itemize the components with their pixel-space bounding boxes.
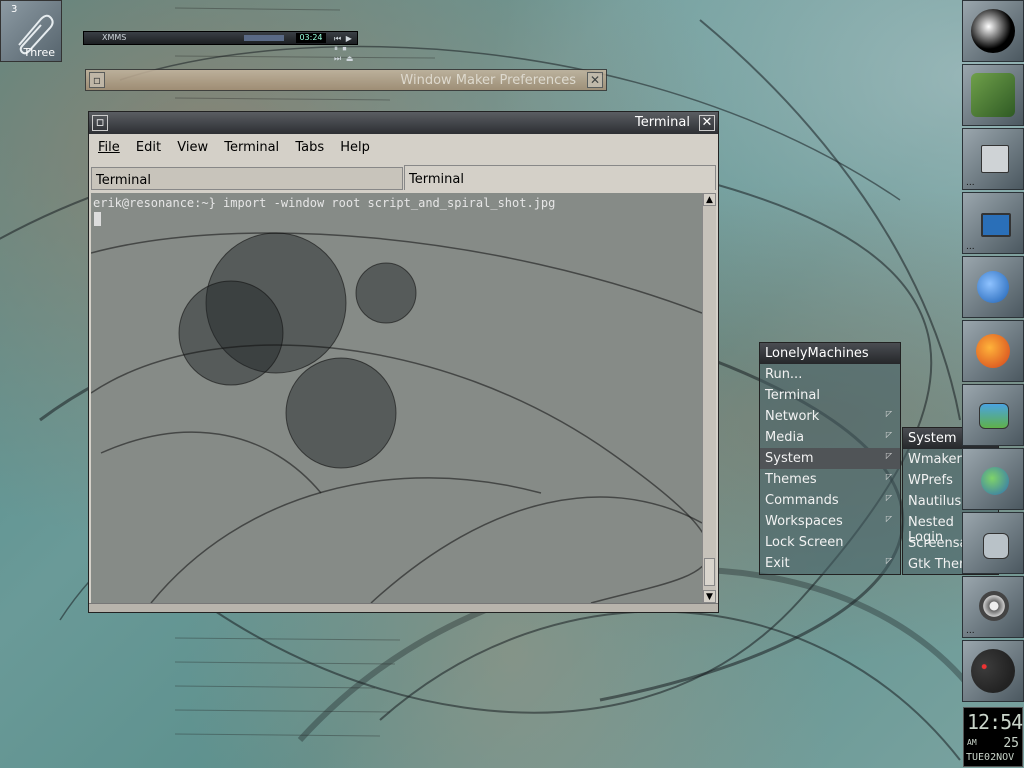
xmms-title: XMMS (102, 33, 127, 42)
menu-item-exit[interactable]: Exit ◸ (760, 553, 900, 574)
preferences-brush-icon (971, 73, 1015, 117)
xmms-player[interactable]: XMMS 03:24 ⏮ ▶ ⏸ ⏹ ⏭ ⏏ (83, 31, 358, 63)
root-menu-title[interactable]: LonelyMachines (760, 343, 900, 364)
menu-item-media[interactable]: Media ◸ (760, 427, 900, 448)
dock-tile-web[interactable] (962, 448, 1024, 510)
menu-item-lock-screen[interactable]: Lock Screen (760, 532, 900, 553)
menu-item-workspaces[interactable]: Workspaces ◸ (760, 511, 900, 532)
appicon-menu-dots: ... (966, 178, 975, 188)
scrollbar-thumb[interactable] (704, 558, 715, 586)
menu-help[interactable]: Help (340, 140, 370, 155)
menu-item-run[interactable]: Run... (760, 364, 900, 385)
root-menu: LonelyMachines Run... Terminal Network ◸ … (759, 342, 901, 575)
menu-item-label: System (765, 451, 814, 466)
clock-date: TUE02NOV (966, 752, 1015, 763)
appicon-menu-dots: ... (966, 626, 975, 636)
window-resizebar[interactable] (89, 603, 718, 612)
clock-ampm: AM (967, 738, 977, 747)
text-cursor (94, 212, 101, 226)
menu-item-label: Lock Screen (765, 535, 844, 550)
dock-tile-tv[interactable]: ... (962, 192, 1024, 254)
dock-tile-preferences[interactable] (962, 64, 1024, 126)
scroll-down-arrow-icon[interactable]: ▼ (703, 590, 716, 603)
window-maker-preferences-window[interactable]: ▫ Window Maker Preferences ✕ (85, 69, 607, 91)
menu-item-terminal[interactable]: Terminal (760, 385, 900, 406)
terminal-menubar: File Edit View Terminal Tabs Help (89, 140, 718, 162)
menu-item-label: Run... (765, 367, 803, 382)
menu-item-label: Network (765, 409, 820, 424)
submenu-arrow-icon: ◸ (885, 556, 892, 565)
submenu-arrow-icon: ◸ (885, 514, 892, 523)
menu-item-label: Exit (765, 556, 790, 571)
screen-background-art (91, 232, 702, 603)
tab-terminal-2[interactable]: Terminal (404, 165, 716, 190)
dock-tile-app[interactable] (962, 512, 1024, 574)
command-line: erik@resonance:~} import -window root sc… (93, 196, 556, 210)
dock-tile-windowmaker[interactable] (962, 0, 1024, 62)
tab-terminal-1[interactable]: Terminal (91, 167, 403, 190)
menu-item-label: Commands (765, 493, 839, 508)
window-title: Window Maker Preferences (400, 73, 576, 88)
workspace-name: Three (23, 46, 55, 59)
terminal-window[interactable]: ▫ Terminal ✕ File Edit View Terminal Tab… (88, 111, 719, 613)
menu-edit[interactable]: Edit (136, 140, 161, 155)
menu-item-label: Terminal (765, 388, 820, 403)
terminal-tabs: Terminal Terminal (91, 165, 716, 191)
clock-day-number: 25 (1003, 736, 1019, 751)
dock-tile-settings[interactable]: ... (962, 576, 1024, 638)
tv-monitor-icon (981, 213, 1011, 237)
dock-tile-image-viewer[interactable] (962, 384, 1024, 446)
menu-item-themes[interactable]: Themes ◸ (760, 469, 900, 490)
dock-tile-record[interactable] (962, 640, 1024, 702)
windowmaker-logo-icon (971, 9, 1015, 53)
submenu-arrow-icon: ◸ (885, 493, 892, 502)
appicon-menu-dots: ... (966, 242, 975, 252)
terminal-scrollbar[interactable]: ▲ ▼ (702, 193, 716, 603)
submenu-arrow-icon: ◸ (885, 451, 892, 460)
dock-tile-thunderbird[interactable] (962, 256, 1024, 318)
menu-file[interactable]: File (98, 140, 120, 155)
volume-slider[interactable] (244, 35, 284, 41)
playback-controls[interactable]: ⏮ ▶ ⏸ ⏹ ⏭ ⏏ (334, 34, 357, 64)
terminal-screen[interactable]: erik@resonance:~} import -window root sc… (91, 193, 702, 603)
window-title: Terminal (635, 115, 690, 130)
track-time: 03:24 (296, 33, 326, 43)
dock: ... ... ... 12:54 AM 25 TUE02NOV (962, 0, 1024, 768)
menu-item-label: Media (765, 430, 805, 445)
scroll-up-arrow-icon[interactable]: ▲ (703, 193, 716, 206)
clock-time: 12:54 (967, 710, 1023, 734)
submenu-arrow-icon: ◸ (885, 430, 892, 439)
gears-icon (979, 591, 1009, 621)
terminal-titlebar[interactable]: ▫ Terminal ✕ (89, 112, 718, 134)
menu-item-network[interactable]: Network ◸ (760, 406, 900, 427)
firefox-icon (976, 334, 1010, 368)
menu-terminal[interactable]: Terminal (224, 140, 279, 155)
dock-tile-firefox[interactable] (962, 320, 1024, 382)
thunderbird-icon (977, 271, 1009, 303)
menu-tabs[interactable]: Tabs (295, 140, 324, 155)
menu-item-label: Themes (765, 472, 817, 487)
submenu-arrow-icon: ◸ (885, 409, 892, 418)
globe-icon (981, 467, 1009, 495)
floppy-disk-icon (981, 145, 1009, 173)
clock-dockapp[interactable]: 12:54 AM 25 TUE02NOV (963, 707, 1023, 767)
menu-item-system[interactable]: System ◸ (760, 448, 900, 469)
dock-tile-floppy[interactable]: ... (962, 128, 1024, 190)
menu-item-label: Workspaces (765, 514, 843, 529)
submenu-arrow-icon: ◸ (885, 472, 892, 481)
application-icon (983, 533, 1009, 559)
record-knob-icon (971, 649, 1015, 693)
workspace-clip[interactable]: 3 Three (0, 0, 62, 62)
image-viewer-icon (979, 403, 1009, 429)
menu-item-commands[interactable]: Commands ◸ (760, 490, 900, 511)
miniaturize-button[interactable]: ▫ (92, 115, 108, 131)
miniaturize-button[interactable]: ▫ (89, 72, 105, 88)
menu-view[interactable]: View (177, 140, 208, 155)
close-button[interactable]: ✕ (699, 115, 715, 131)
close-button[interactable]: ✕ (587, 72, 603, 88)
